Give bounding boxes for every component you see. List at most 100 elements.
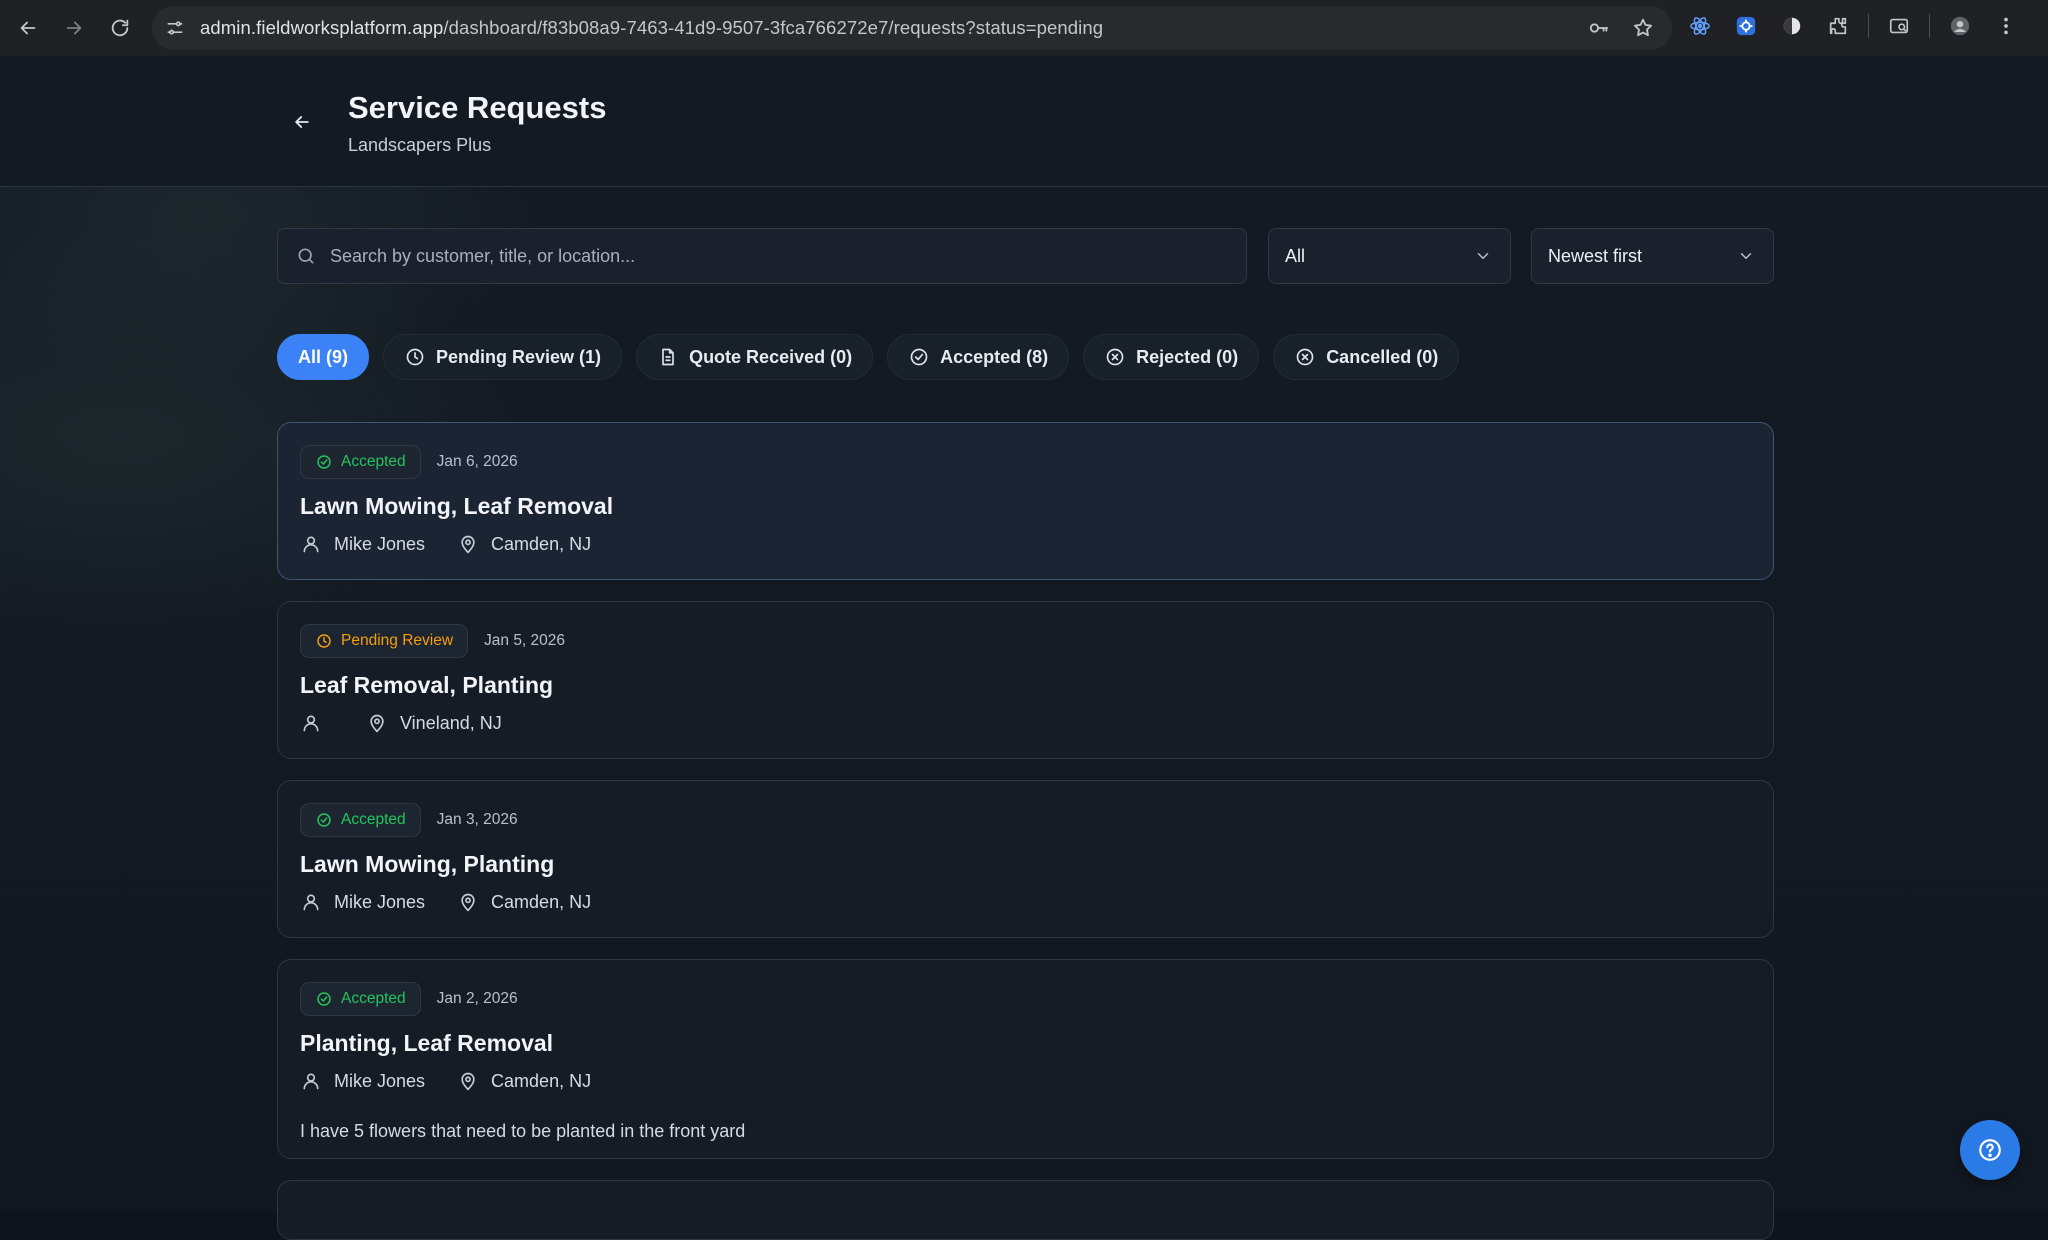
url-host: admin.fieldworksplatform.app <box>200 17 444 38</box>
react-devtools-icon[interactable] <box>1684 10 1716 42</box>
url-text[interactable]: admin.fieldworksplatform.app/dashboard/f… <box>200 17 1103 39</box>
page-content: Service Requests Landscapers Plus All Ne… <box>0 56 2048 1240</box>
search-icon <box>294 244 318 268</box>
url-path: /dashboard/f83b08a9-7463-41d9-9507-3fca7… <box>443 17 1104 38</box>
extension-circle-icon[interactable] <box>1776 10 1808 42</box>
tab-pending-review[interactable]: Pending Review (1) <box>383 334 623 380</box>
address-bar-actions <box>1584 13 1658 43</box>
card-meta: Pending Review Jan 5, 2026 <box>300 624 565 658</box>
toolbar-divider <box>1929 14 1930 38</box>
card-meta: Accepted Jan 3, 2026 <box>300 803 518 837</box>
tab-label: Pending Review (1) <box>436 346 602 367</box>
arrow-right-icon <box>66 21 82 35</box>
clock-icon <box>404 346 426 368</box>
map-pin-icon <box>457 533 479 555</box>
chevron-down-icon <box>1737 246 1757 266</box>
user-icon <box>300 533 322 555</box>
tab-rejected[interactable]: Rejected (0) <box>1083 334 1260 380</box>
status-tabs: All (9) Pending Review (1) Quote Receive… <box>277 334 1460 380</box>
map-pin-icon <box>366 712 388 734</box>
tab-label: Rejected (0) <box>1136 346 1239 367</box>
tab-all[interactable]: All (9) <box>277 334 370 380</box>
user-icon <box>300 891 322 913</box>
tab-label: Accepted (8) <box>940 346 1049 367</box>
sort-select[interactable]: Newest first <box>1531 228 1774 284</box>
help-circle-icon <box>1979 1139 2001 1161</box>
help-button[interactable] <box>1960 1120 2020 1180</box>
status-badge: Accepted <box>300 445 421 479</box>
request-card[interactable]: Accepted Jan 2, 2026 Planting, Leaf Remo… <box>277 959 1774 1159</box>
status-badge-label: Accepted <box>341 811 406 828</box>
request-title: Planting, Leaf Removal <box>300 1030 554 1056</box>
site-settings-icon[interactable] <box>160 13 190 43</box>
tab-label: Cancelled (0) <box>1326 346 1439 367</box>
status-badge-label: Pending Review <box>341 632 454 649</box>
tab-label: All (9) <box>298 346 349 367</box>
check-circle-icon <box>908 346 930 368</box>
tab-quote-received[interactable]: Quote Received (0) <box>636 334 874 380</box>
arrow-left-icon <box>295 116 309 128</box>
search-bar <box>277 228 1247 284</box>
request-card[interactable]: Accepted Jan 3, 2026 Lawn Mowing, Planti… <box>277 780 1774 938</box>
request-date: Jan 2, 2026 <box>436 990 518 1007</box>
request-info: Mike Jones Camden, NJ <box>300 1070 591 1092</box>
request-card[interactable]: Accepted Jan 6, 2026 Lawn Mowing, Leaf R… <box>277 422 1774 580</box>
extensions-bar <box>1684 10 2022 42</box>
reload-icon <box>111 19 129 37</box>
password-key-icon[interactable] <box>1584 13 1614 43</box>
card-meta: Accepted Jan 2, 2026 <box>300 982 518 1016</box>
back-button[interactable] <box>286 106 318 138</box>
search-input[interactable] <box>330 229 1246 283</box>
bookmark-star-icon[interactable] <box>1628 13 1658 43</box>
request-title: Lawn Mowing, Planting <box>300 851 555 877</box>
request-customer: Mike Jones <box>334 1070 426 1091</box>
request-info: Vineland, NJ <box>300 712 502 734</box>
tab-label: Quote Received (0) <box>689 346 853 367</box>
browser-reload-button[interactable] <box>102 10 138 46</box>
request-location: Camden, NJ <box>491 891 592 912</box>
request-card[interactable]: Pending Review Jan 5, 2026 Leaf Removal,… <box>277 601 1774 759</box>
request-title: Leaf Removal, Planting <box>300 672 554 698</box>
tab-accepted[interactable]: Accepted (8) <box>887 334 1070 380</box>
check-circle-icon <box>315 453 333 471</box>
map-pin-icon <box>457 891 479 913</box>
status-badge: Accepted <box>300 982 421 1016</box>
status-badge-label: Accepted <box>341 990 406 1007</box>
status-badge: Pending Review <box>300 624 469 658</box>
request-location: Camden, NJ <box>491 1070 592 1091</box>
check-circle-icon <box>315 811 333 829</box>
user-icon <box>300 1070 322 1092</box>
request-info: Mike Jones Camden, NJ <box>300 891 591 913</box>
page-title: Service Requests <box>348 90 607 125</box>
status-badge: Accepted <box>300 803 421 837</box>
browser-back-button[interactable] <box>10 10 46 46</box>
x-circle-icon <box>1294 346 1316 368</box>
request-card[interactable] <box>277 1180 1774 1240</box>
request-description: I have 5 flowers that need to be planted… <box>300 1121 746 1141</box>
profile-avatar-icon[interactable] <box>1944 10 1976 42</box>
status-filter-select[interactable]: All <box>1268 228 1511 284</box>
status-filter-value: All <box>1285 245 1306 266</box>
clock-icon <box>315 632 333 650</box>
request-date: Jan 3, 2026 <box>436 811 518 828</box>
user-icon <box>300 712 322 734</box>
request-customer: Mike Jones <box>334 891 426 912</box>
extensions-puzzle-icon[interactable] <box>1822 10 1854 42</box>
toolbar-divider <box>1868 14 1869 38</box>
browser-nav <box>10 10 138 46</box>
tab-search-icon[interactable] <box>1883 10 1915 42</box>
address-bar[interactable]: admin.fieldworksplatform.app/dashboard/f… <box>152 6 1672 50</box>
sort-value: Newest first <box>1548 245 1643 266</box>
map-pin-icon <box>457 1070 479 1092</box>
page-header: Service Requests Landscapers Plus <box>0 56 2048 187</box>
browser-forward-button[interactable] <box>56 10 92 46</box>
chevron-down-icon <box>1474 246 1494 266</box>
tab-cancelled[interactable]: Cancelled (0) <box>1273 334 1460 380</box>
page-subtitle: Landscapers Plus <box>348 135 492 155</box>
extension-gear-icon[interactable] <box>1730 10 1762 42</box>
status-badge-label: Accepted <box>341 453 406 470</box>
document-icon <box>657 346 679 368</box>
request-location: Vineland, NJ <box>400 712 502 733</box>
check-circle-icon <box>315 990 333 1008</box>
browser-menu-icon[interactable] <box>1990 10 2022 42</box>
